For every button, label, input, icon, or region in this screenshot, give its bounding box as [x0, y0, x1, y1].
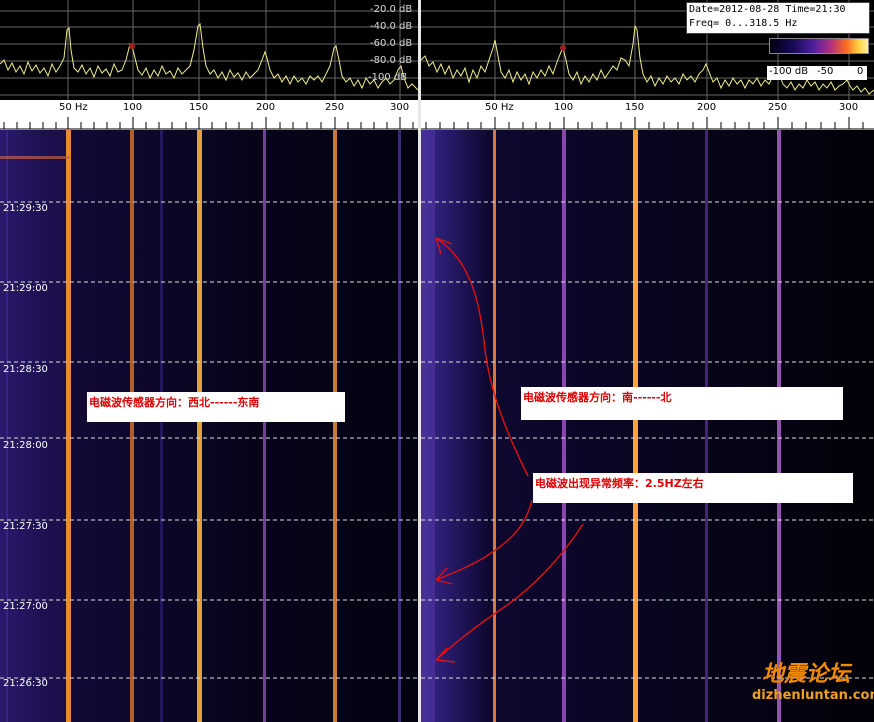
db-label: -80.0 dB — [370, 55, 413, 66]
hz-tick-label: 250 — [325, 102, 345, 113]
hz-tick-label: 150 — [189, 102, 209, 113]
right-waterfall — [421, 130, 874, 722]
hz-tick-label: 300 — [839, 102, 859, 113]
left-direction-annotation: 电磁波传感器方向：西北------东南 — [87, 392, 345, 422]
hz-tick-label: 150 — [625, 102, 645, 113]
hz-tick-label: 200 — [256, 102, 276, 113]
hz-tick-label: 300 — [390, 102, 410, 113]
info-box: Date=2012-08-28 Time=21:30 Freq= 0...318… — [686, 2, 870, 34]
colorbar-label: -100 dB — [769, 66, 809, 77]
hz-tick-label: 50 Hz — [485, 102, 514, 113]
time-label: 21:27:00 — [3, 601, 48, 612]
anomaly-text: 电磁波出现异常频率：2.5HZ左右 — [535, 477, 704, 490]
info-date-time: Date=2012-08-28 Time=21:30 — [689, 4, 846, 15]
watermark-url: dizhenluntan.com — [752, 688, 874, 703]
left-spectrum-trace — [0, 22, 418, 91]
time-label: 21:26:30 — [3, 678, 48, 689]
left-spectrum-plot — [0, 0, 418, 100]
hz-tick-label: 50 Hz — [59, 102, 88, 113]
right-peak-marker — [560, 45, 566, 51]
colorbar-label: 0 — [857, 66, 864, 77]
hz-tick-label: 250 — [768, 102, 788, 113]
db-label: -100 dB — [368, 72, 408, 83]
right-spectrum-panel: 50 Hz 100 150 200 250 300 — [421, 0, 874, 722]
anomaly-annotation: 电磁波出现异常频率：2.5HZ左右 — [533, 473, 853, 503]
left-direction-text: 电磁波传感器方向：西北------东南 — [89, 396, 260, 409]
time-label: 21:28:00 — [3, 440, 48, 451]
left-spectrum-panel: -20.0 dB -40.0 dB -60.0 dB -80.0 dB -100… — [0, 0, 418, 722]
left-spectrum-graph — [0, 0, 418, 100]
right-spectrum-trace — [421, 24, 874, 95]
time-label: 21:29:00 — [3, 283, 48, 294]
time-label: 21:27:30 — [3, 521, 48, 532]
time-label: 21:28:30 — [3, 364, 48, 375]
colorbar-label: -50 — [817, 66, 834, 77]
db-label: -60.0 dB — [370, 38, 413, 49]
colorbar — [769, 38, 869, 54]
time-label: 21:29:30 — [3, 203, 48, 214]
right-direction-text: 电磁波传感器方向：南------北 — [523, 391, 672, 404]
db-label: -20.0 dB — [370, 4, 413, 15]
hz-tick-label: 100 — [123, 102, 143, 113]
db-label: -40.0 dB — [370, 21, 413, 32]
hz-tick-label: 200 — [697, 102, 717, 113]
right-direction-annotation: 电磁波传感器方向：南------北 — [521, 387, 843, 420]
watermark-logo: 地震论坛 — [762, 662, 851, 687]
left-peak-marker — [129, 43, 135, 49]
left-waterfall — [0, 130, 418, 722]
colorbar-labels: -100 dB -50 0 — [767, 66, 867, 80]
info-frequency: Freq= 0...318.5 Hz — [689, 18, 798, 29]
hz-tick-label: 100 — [554, 102, 574, 113]
